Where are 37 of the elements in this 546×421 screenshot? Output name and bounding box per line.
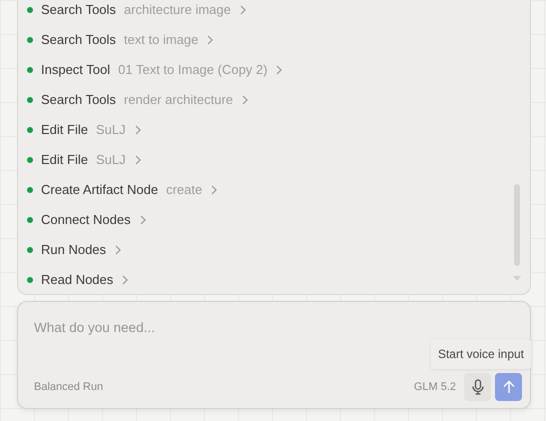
chevron-right-icon[interactable] — [240, 5, 246, 15]
step-detail: create — [166, 181, 202, 200]
chevron-right-icon[interactable] — [134, 125, 141, 135]
step-title: Connect Nodes — [41, 211, 131, 230]
step-title: Edit File — [41, 151, 88, 170]
model-label[interactable]: GLM 5.2 — [414, 378, 456, 396]
step-title: Read Nodes — [41, 271, 114, 290]
step-detail: SuLJ — [96, 121, 126, 140]
microphone-icon — [472, 379, 484, 395]
step-title: Edit File — [41, 121, 88, 140]
chevron-right-icon[interactable] — [140, 215, 146, 225]
send-button[interactable] — [495, 373, 522, 401]
step-title: Inspect Tool — [41, 61, 110, 80]
microphone-button[interactable] — [464, 373, 491, 401]
step-title: Search Tools — [41, 91, 116, 110]
chevron-right-icon[interactable] — [211, 185, 218, 195]
step-title: Search Tools — [41, 31, 116, 50]
arrow-up-icon — [502, 380, 514, 394]
step-detail: text to image — [124, 31, 198, 50]
step-title: Create Artifact Node — [41, 181, 158, 200]
step-title: Run Nodes — [41, 241, 106, 260]
chevron-right-icon[interactable] — [134, 155, 141, 165]
step-detail: SuLJ — [96, 151, 126, 170]
chevron-right-icon[interactable] — [242, 95, 248, 105]
scroll-down-icon[interactable] — [513, 276, 521, 281]
chevron-right-icon[interactable] — [115, 245, 122, 255]
step-title: Search Tools — [41, 1, 116, 20]
step-detail: 01 Text to Image (Copy 2) — [118, 61, 268, 80]
chevron-right-icon[interactable] — [122, 275, 128, 285]
step-detail: architecture image — [124, 1, 231, 20]
chevron-right-icon[interactable] — [276, 65, 282, 75]
message-input[interactable]: What do you need... — [34, 318, 414, 338]
scrollbar-thumb[interactable] — [514, 184, 520, 266]
mode-label[interactable]: Balanced Run — [34, 378, 104, 396]
tooltip: Start voice input — [430, 339, 531, 369]
step-detail: render architecture — [124, 91, 234, 110]
chevron-right-icon[interactable] — [207, 35, 214, 45]
